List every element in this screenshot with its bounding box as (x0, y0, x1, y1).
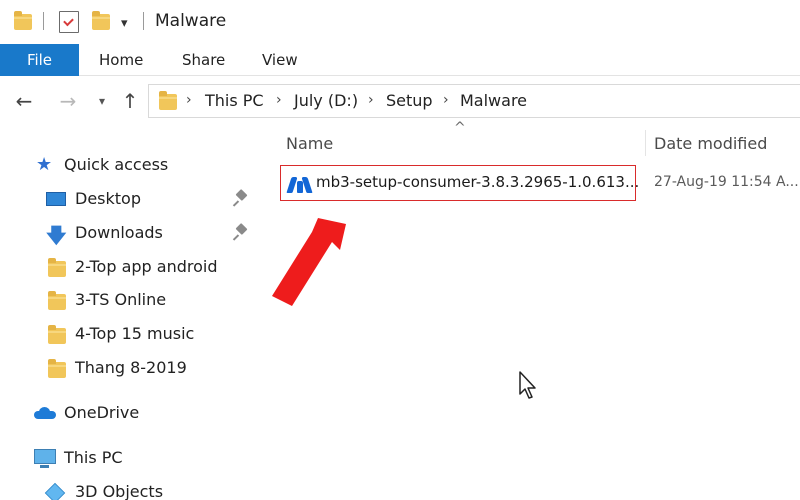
column-header-name[interactable]: Name (286, 134, 333, 153)
download-arrow-icon: 🡇 (46, 223, 67, 247)
sidebar-item-label: 2-Top app android (75, 257, 218, 276)
ribbon-tabs: File Home Share View (0, 44, 800, 76)
breadcrumb-this-pc[interactable]: This PC (205, 91, 264, 110)
breadcrumb-separator: › (443, 92, 449, 108)
breadcrumb-separator: › (186, 92, 192, 108)
sidebar-item-label: Quick access (64, 155, 169, 174)
sort-ascending-icon: ^ (454, 120, 466, 136)
recent-locations-chevron-icon[interactable]: ▾ (90, 88, 114, 114)
pin-icon (232, 188, 250, 207)
sidebar-item-label: 4-Top 15 music (75, 324, 195, 343)
sidebar-item-label: This PC (64, 448, 123, 467)
sidebar-item-onedrive[interactable]: OneDrive (0, 398, 270, 428)
red-arrow-icon (272, 218, 346, 306)
sidebar-item-4-top-15-music[interactable]: 4-Top 15 music (0, 319, 270, 349)
sidebar-item-label: 3-TS Online (75, 290, 167, 309)
properties-icon[interactable] (59, 11, 79, 33)
navigation-pane: ★ Quick access Desktop 🡇 Downloads 2-Top… (0, 130, 270, 500)
folder-icon (48, 291, 66, 310)
sidebar-item-quick-access[interactable]: ★ Quick access (0, 150, 270, 180)
onedrive-cloud-icon (34, 407, 56, 419)
sidebar-item-label: Downloads (75, 223, 163, 242)
sidebar-item-label: OneDrive (64, 403, 140, 422)
navigation-row: ← → ▾ ↑ › This PC › July (D:) › Setup › … (0, 84, 800, 120)
tab-view[interactable]: View (262, 44, 298, 76)
star-icon: ★ (36, 154, 53, 175)
address-bar[interactable]: › This PC › July (D:) › Setup › Malware (148, 84, 800, 118)
toolbar-separator (43, 12, 44, 30)
column-divider[interactable] (645, 130, 646, 156)
computer-icon (34, 449, 56, 468)
mouse-cursor-icon (519, 371, 536, 399)
tab-home[interactable]: Home (99, 44, 143, 76)
sidebar-item-label: Thang 8-2019 (75, 358, 187, 377)
folder-icon (48, 359, 66, 378)
sidebar-item-3d-objects[interactable]: 3D Objects (0, 477, 270, 500)
back-arrow-icon[interactable]: ← (12, 88, 36, 114)
sidebar-item-2-top-app-android[interactable]: 2-Top app android (0, 252, 270, 282)
toolbar-separator (143, 12, 144, 30)
column-header-date-modified[interactable]: Date modified (654, 134, 767, 153)
table-row[interactable]: mb3-setup-consumer-3.8.3.2965-1.0.613...… (280, 165, 800, 201)
title-bar: ▾ Malware (0, 0, 800, 44)
sidebar-item-label: 3D Objects (75, 482, 164, 500)
sidebar-item-downloads[interactable]: 🡇 Downloads (0, 218, 270, 248)
breadcrumb-july-drive[interactable]: July (D:) (294, 91, 358, 110)
folder-icon[interactable] (14, 11, 32, 30)
pin-icon (232, 222, 250, 241)
forward-arrow-icon[interactable]: → (56, 88, 80, 114)
folder-icon (48, 325, 66, 344)
breadcrumb-separator: › (368, 92, 374, 108)
desktop-icon (46, 192, 66, 206)
malwarebytes-icon (286, 175, 313, 193)
window-title: Malware (155, 11, 227, 31)
sidebar-item-label: Desktop (75, 189, 141, 208)
quick-access-toolbar-dropdown[interactable]: ▾ (121, 16, 128, 31)
cube-icon (44, 482, 66, 500)
sidebar-item-thang-8-2019[interactable]: Thang 8-2019 (0, 353, 270, 383)
breadcrumb-malware[interactable]: Malware (460, 91, 527, 110)
new-folder-icon[interactable] (92, 11, 110, 30)
file-date-modified: 27-Aug-19 11:54 A... (654, 174, 799, 190)
tab-share[interactable]: Share (182, 44, 225, 76)
tab-file[interactable]: File (0, 44, 79, 76)
sidebar-item-3-ts-online[interactable]: 3-TS Online (0, 285, 270, 315)
sidebar-item-desktop[interactable]: Desktop (0, 184, 270, 214)
file-name: mb3-setup-consumer-3.8.3.2965-1.0.613... (316, 173, 640, 191)
folder-icon (159, 91, 177, 110)
breadcrumb-setup[interactable]: Setup (386, 91, 433, 110)
folder-icon (48, 258, 66, 277)
up-arrow-icon[interactable]: ↑ (118, 88, 142, 114)
sidebar-item-this-pc[interactable]: This PC (0, 443, 270, 473)
breadcrumb-separator: › (276, 92, 282, 108)
